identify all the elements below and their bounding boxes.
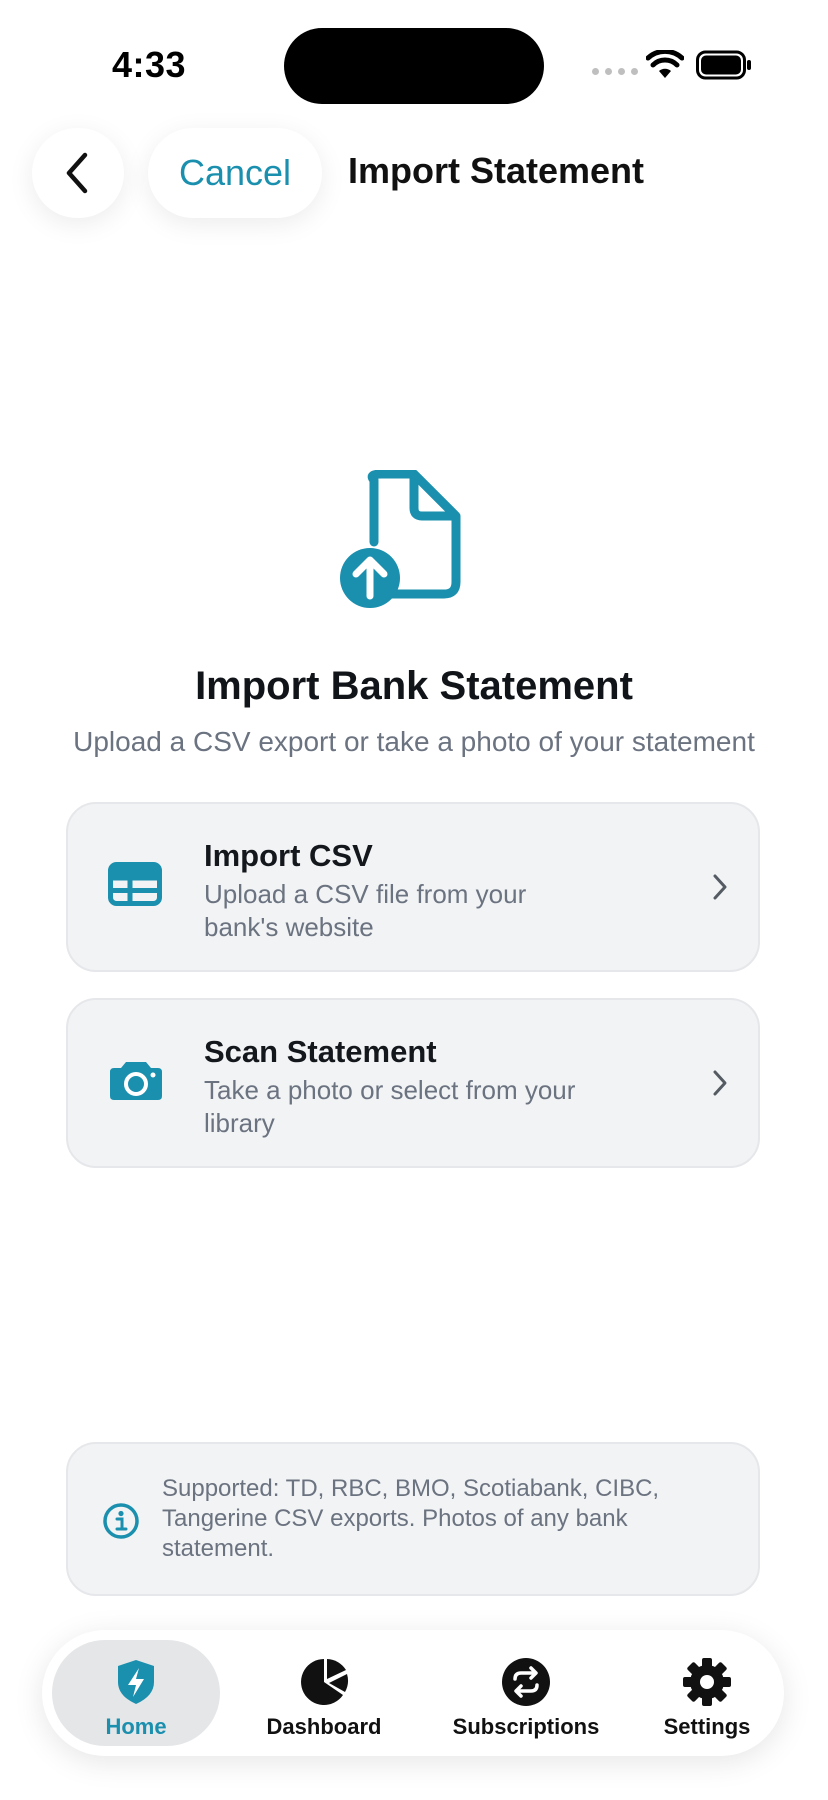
cancel-button[interactable]: Cancel [148, 128, 322, 218]
import-csv-option[interactable]: Import CSV Upload a CSV file from your b… [66, 802, 760, 972]
tab-label: Dashboard [266, 1714, 382, 1739]
tab-label: Home [105, 1714, 167, 1739]
status-time: 4:33 [112, 44, 187, 85]
repeat-icon [501, 1656, 551, 1708]
camera-icon [108, 1058, 164, 1107]
tab-bar: Home Dashboard Subscriptions Settings [42, 1630, 784, 1756]
dynamic-island [284, 28, 544, 104]
file-upload-icon [338, 469, 466, 615]
tab-label: Settings [663, 1714, 751, 1739]
tab-settings[interactable]: Settings [638, 1640, 776, 1746]
chevron-right-icon [712, 872, 728, 907]
table-icon [108, 862, 162, 911]
option-title: Import CSV [204, 838, 373, 873]
chevron-left-icon [66, 152, 88, 194]
option-title: Scan Statement [204, 1034, 437, 1069]
tab-home[interactable]: Home [52, 1640, 220, 1746]
pie-chart-icon [299, 1656, 349, 1708]
page-title: Import Statement [348, 150, 645, 191]
scan-statement-option[interactable]: Scan Statement Take a photo or select fr… [66, 998, 760, 1168]
option-description: Upload a CSV file from your bank's websi… [204, 879, 527, 942]
back-button[interactable] [32, 128, 124, 218]
hero-subtitle: Upload a CSV export or take a photo of y… [73, 726, 755, 757]
gear-icon [682, 1656, 732, 1708]
option-description: Take a photo or select from your library [204, 1075, 576, 1138]
tab-dashboard[interactable]: Dashboard [238, 1640, 410, 1746]
tab-subscriptions[interactable]: Subscriptions [422, 1640, 630, 1746]
wifi-icon [645, 48, 685, 85]
cellular-signal-icon [592, 68, 638, 75]
chevron-right-icon [712, 1068, 728, 1103]
shield-bolt-icon [115, 1656, 157, 1708]
tab-label: Subscriptions [452, 1714, 600, 1739]
supported-banks-info: Supported: TD, RBC, BMO, Scotiabank, CIB… [66, 1442, 760, 1596]
hero-title: Import Bank Statement [195, 664, 633, 708]
info-icon [102, 1502, 140, 1545]
battery-icon [696, 50, 752, 85]
info-text: Supported: TD, RBC, BMO, Scotiabank, CIB… [162, 1475, 660, 1562]
